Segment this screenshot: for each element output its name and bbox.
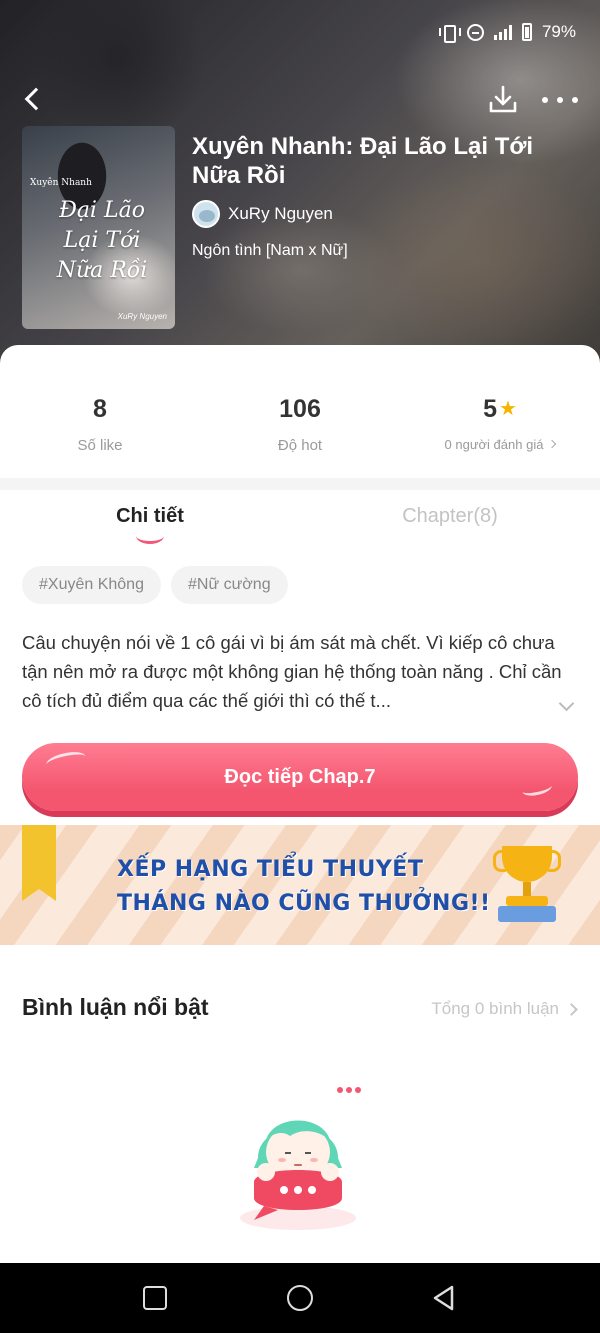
download-icon-graphic: [489, 85, 517, 113]
author-name[interactable]: XuRy Nguyen: [228, 204, 333, 224]
nav-back-icon[interactable]: [430, 1284, 458, 1312]
stat-hot: 106 Độ hot: [200, 395, 400, 454]
download-icon[interactable]: [486, 84, 520, 116]
section-divider: [0, 478, 600, 490]
comments-total-link[interactable]: Tổng 0 bình luận: [431, 999, 578, 1019]
cover-small-text: Xuyên Nhanh: [30, 178, 92, 188]
tab-active-indicator: [136, 528, 164, 544]
comments-title: Bình luận nổi bật: [22, 994, 209, 1020]
stat-likes: 8 Số like: [0, 395, 200, 454]
tag-xuyen-khong[interactable]: #Xuyên Không: [22, 566, 161, 604]
battery-percent: 79%: [541, 22, 576, 41]
empty-comments-mascot-icon: [230, 1078, 380, 1238]
bookmark-ribbon-icon: [22, 825, 56, 901]
avatar[interactable]: [192, 200, 220, 228]
author[interactable]: XuRy Nguyen: [192, 200, 333, 228]
chevron-right-icon: [548, 439, 557, 449]
banner-line-2: THÁNG NÀO CŨNG THƯỞNG!!: [117, 891, 491, 916]
home-icon[interactable]: [287, 1285, 313, 1311]
star-icon: ★: [498, 398, 517, 420]
more-dots-icon[interactable]: [542, 88, 578, 112]
cover-title-text: Đại Lão Lại Tới Nữa Rồi: [56, 198, 148, 283]
hot-value: 106: [279, 395, 321, 423]
vibrate-icon: [438, 24, 461, 43]
banner-line-1: XẾP HẠNG TIỂU THUYẾT: [117, 857, 424, 882]
stats-panel: 8 Số like 106 Độ hot 5 ★ 0 người đánh giá: [0, 345, 600, 478]
battery-icon: [521, 23, 532, 41]
tab-details[interactable]: Chi tiết: [100, 505, 200, 528]
likes-value: 8: [93, 395, 107, 423]
book-genre: Ngôn tình [Nam x Nữ]: [192, 242, 348, 259]
likes-label: Số like: [77, 437, 123, 454]
do-not-disturb-icon: [466, 23, 484, 41]
banner-text: XẾP HẠNG TIỂU THUYẾT THÁNG NÀO CŨNG THƯỞ…: [117, 853, 491, 921]
continue-reading-label: Đọc tiếp Chap.7: [224, 765, 376, 788]
rating-value: 5: [483, 395, 497, 423]
signal-icon: [493, 24, 512, 40]
cover-author-text: XuRy Nguyen: [117, 312, 167, 321]
chevron-right-icon: [565, 1002, 578, 1016]
book-detail-screen: 79% Xuyên Nhanh Đại Lão Lại Tới Nữa Rồi …: [0, 0, 600, 1333]
back-arrow-icon[interactable]: [20, 84, 46, 114]
book-cover[interactable]: Xuyên Nhanh Đại Lão Lại Tới Nữa Rồi XuRy…: [22, 126, 175, 329]
book-description[interactable]: Câu chuyện nói về 1 cô gái vì bị ám sát …: [22, 628, 567, 715]
tab-chapters[interactable]: Chapter(8): [380, 505, 520, 528]
recent-apps-icon[interactable]: [143, 1286, 167, 1310]
book-title: Xuyên Nhanh: Đại Lão Lại Tới Nữa Rồi: [192, 133, 534, 189]
trophy-icon: [492, 842, 562, 932]
tag-list: #Xuyên Không #Nữ cường: [22, 566, 288, 604]
tag-nu-cuong[interactable]: #Nữ cường: [170, 566, 288, 604]
stat-rating[interactable]: 5 ★ 0 người đánh giá: [400, 395, 600, 452]
comments-total-label: Tổng 0 bình luận: [431, 999, 559, 1018]
continue-reading-button[interactable]: Đọc tiếp Chap.7: [22, 743, 578, 811]
hot-label: Độ hot: [277, 437, 323, 454]
chevron-down-icon[interactable]: [558, 698, 576, 712]
status-bar: 79%: [438, 22, 576, 43]
rating-label[interactable]: 0 người đánh giá: [445, 437, 544, 452]
